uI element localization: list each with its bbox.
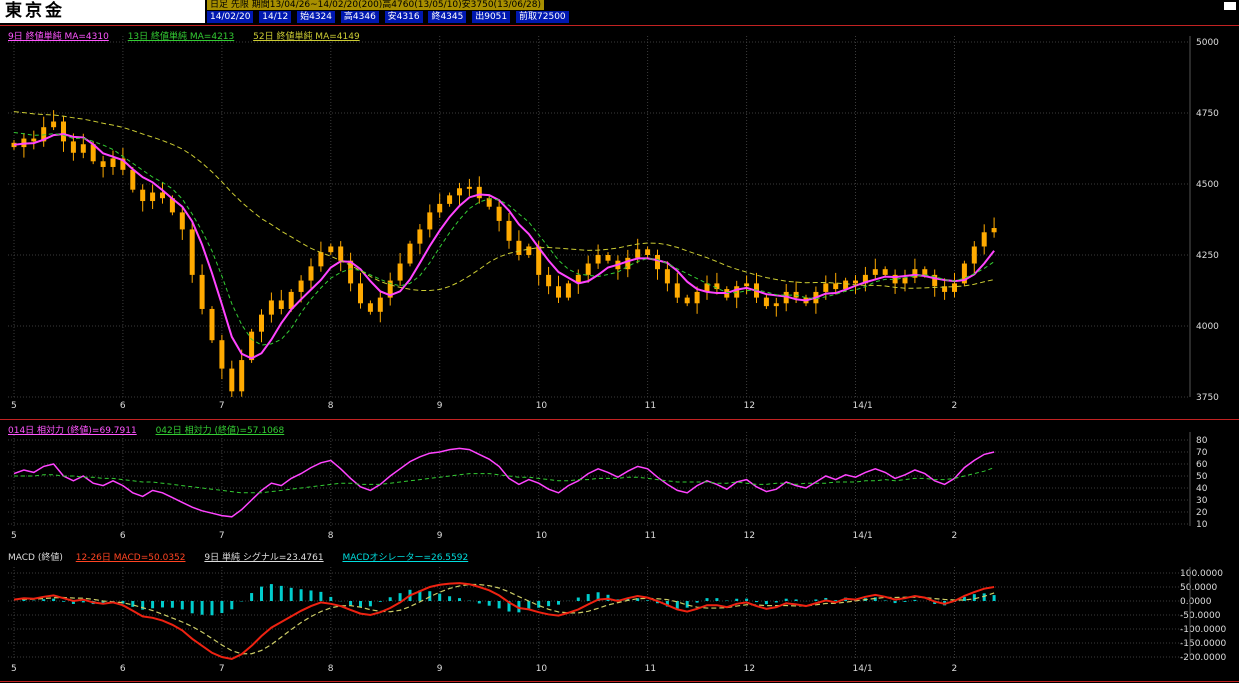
svg-text:7: 7 [219,531,225,541]
svg-text:8: 8 [328,531,334,541]
svg-text:2: 2 [952,401,958,411]
svg-text:12: 12 [744,664,755,674]
rsi-legend: 014日 相対力 (終値)=69.7911 042日 相対力 (終値)=57.1… [8,423,300,436]
svg-text:5: 5 [11,664,17,674]
svg-text:6: 6 [120,664,126,674]
svg-text:-150.0000: -150.0000 [1180,639,1226,649]
svg-text:5000: 5000 [1196,38,1219,48]
price-legend: 9日 終値単純 MA=4310 13日 終値単純 MA=4213 52日 終値単… [8,29,376,42]
legend-ma52-link[interactable]: 52日 終値単純 MA=4149 [253,32,360,42]
svg-text:0.0000: 0.0000 [1180,597,1212,607]
svg-text:30: 30 [1196,496,1208,506]
svg-text:7: 7 [219,401,225,411]
svg-text:2: 2 [952,531,958,541]
quote-close: 終4345 [428,11,467,23]
svg-text:6: 6 [120,531,126,541]
svg-text:10: 10 [536,531,548,541]
svg-text:50.0000: 50.0000 [1180,583,1217,593]
svg-text:8: 8 [328,664,334,674]
quote-info-bar: 14/02/20 14/12 始4324 高4346 安4316 終4345 出… [207,11,572,23]
svg-text:9: 9 [437,664,443,674]
instrument-title: 東京金 [0,0,205,23]
quote-date: 14/02/20 [207,11,254,23]
legend-ma9-link[interactable]: 9日 終値単純 MA=4310 [8,32,109,42]
legend-rsi14-link[interactable]: 014日 相対力 (終値)=69.7911 [8,426,137,436]
chart-info-bar: 日足 先限 期間13/04/26~14/02/20(200)高4760(13/0… [207,0,545,10]
separator-line-bottom [0,681,1239,682]
svg-text:14/1: 14/1 [853,401,873,411]
svg-text:14/1: 14/1 [853,664,873,674]
svg-text:70: 70 [1196,448,1208,458]
svg-text:7: 7 [219,664,225,674]
svg-text:11: 11 [645,401,656,411]
svg-text:4500: 4500 [1196,180,1219,190]
legend-oscillator-link[interactable]: MACDオシレーター=26.5592 [342,553,468,563]
quote-low: 安4316 [384,11,423,23]
svg-text:4750: 4750 [1196,109,1219,119]
svg-text:10: 10 [1196,520,1208,530]
svg-text:5: 5 [11,531,17,541]
macd-legend-title: MACD (終値) [8,553,63,563]
svg-text:2: 2 [952,664,958,674]
quote-open-interest: 前取72500 [516,11,569,23]
macd-panel: MACD (終値) 12-26日 MACD=50.0352 9日 単純 シグナル… [0,547,1239,683]
quote-contract-month: 14/12 [259,11,292,23]
svg-text:-200.0000: -200.0000 [1180,653,1226,663]
svg-text:4000: 4000 [1196,322,1219,332]
svg-text:12: 12 [744,531,755,541]
svg-text:9: 9 [437,401,443,411]
svg-text:50: 50 [1196,472,1208,482]
rsi-chart[interactable]: 80 70 60 50 40 30 20 10 5 6 7 8 9 10 11 12 14/1 2 [0,420,1239,547]
svg-text:100.0000: 100.0000 [1180,569,1223,579]
svg-text:5: 5 [11,401,17,411]
svg-text:12: 12 [744,401,755,411]
price-candlestick-chart[interactable]: 5000 4750 4500 4250 4000 3750 5 6 7 8 9 10 11 12 14/1 2 [0,26,1239,419]
svg-text:10: 10 [536,401,548,411]
legend-macd-link[interactable]: 12-26日 MACD=50.0352 [76,553,186,563]
svg-text:80: 80 [1196,436,1208,446]
chart-app-window: 東京金 日足 先限 期間13/04/26~14/02/20(200)高4760(… [0,0,1239,683]
quote-volume: 出9051 [472,11,511,23]
legend-ma13-link[interactable]: 13日 終値単純 MA=4213 [128,32,235,42]
svg-text:11: 11 [645,531,656,541]
macd-legend: MACD (終値) 12-26日 MACD=50.0352 9日 単純 シグナル… [8,550,484,563]
price-chart-panel: 9日 終値単純 MA=4310 13日 終値単純 MA=4213 52日 終値単… [0,26,1239,419]
svg-text:40: 40 [1196,484,1208,494]
svg-text:60: 60 [1196,460,1208,470]
svg-text:-50.0000: -50.0000 [1180,611,1221,621]
svg-text:3750: 3750 [1196,393,1219,403]
legend-signal-link[interactable]: 9日 単純 シグナル=23.4761 [204,553,323,563]
svg-text:14/1: 14/1 [853,531,873,541]
rsi-panel: 014日 相対力 (終値)=69.7911 042日 相対力 (終値)=57.1… [0,420,1239,547]
svg-text:4250: 4250 [1196,251,1219,261]
legend-rsi42-link[interactable]: 042日 相対力 (終値)=57.1068 [156,426,285,436]
quote-open: 始4324 [297,11,336,23]
svg-text:6: 6 [120,401,126,411]
quote-high: 高4346 [340,11,379,23]
window-corner-button[interactable] [1224,2,1236,10]
svg-text:-100.0000: -100.0000 [1180,625,1226,635]
svg-text:10: 10 [536,664,548,674]
svg-text:20: 20 [1196,508,1208,518]
svg-text:11: 11 [645,664,656,674]
macd-chart[interactable]: 100.0000 50.0000 0.0000 -50.0000 -100.0000 -1… [0,547,1239,683]
svg-text:8: 8 [328,401,334,411]
svg-text:9: 9 [437,531,443,541]
